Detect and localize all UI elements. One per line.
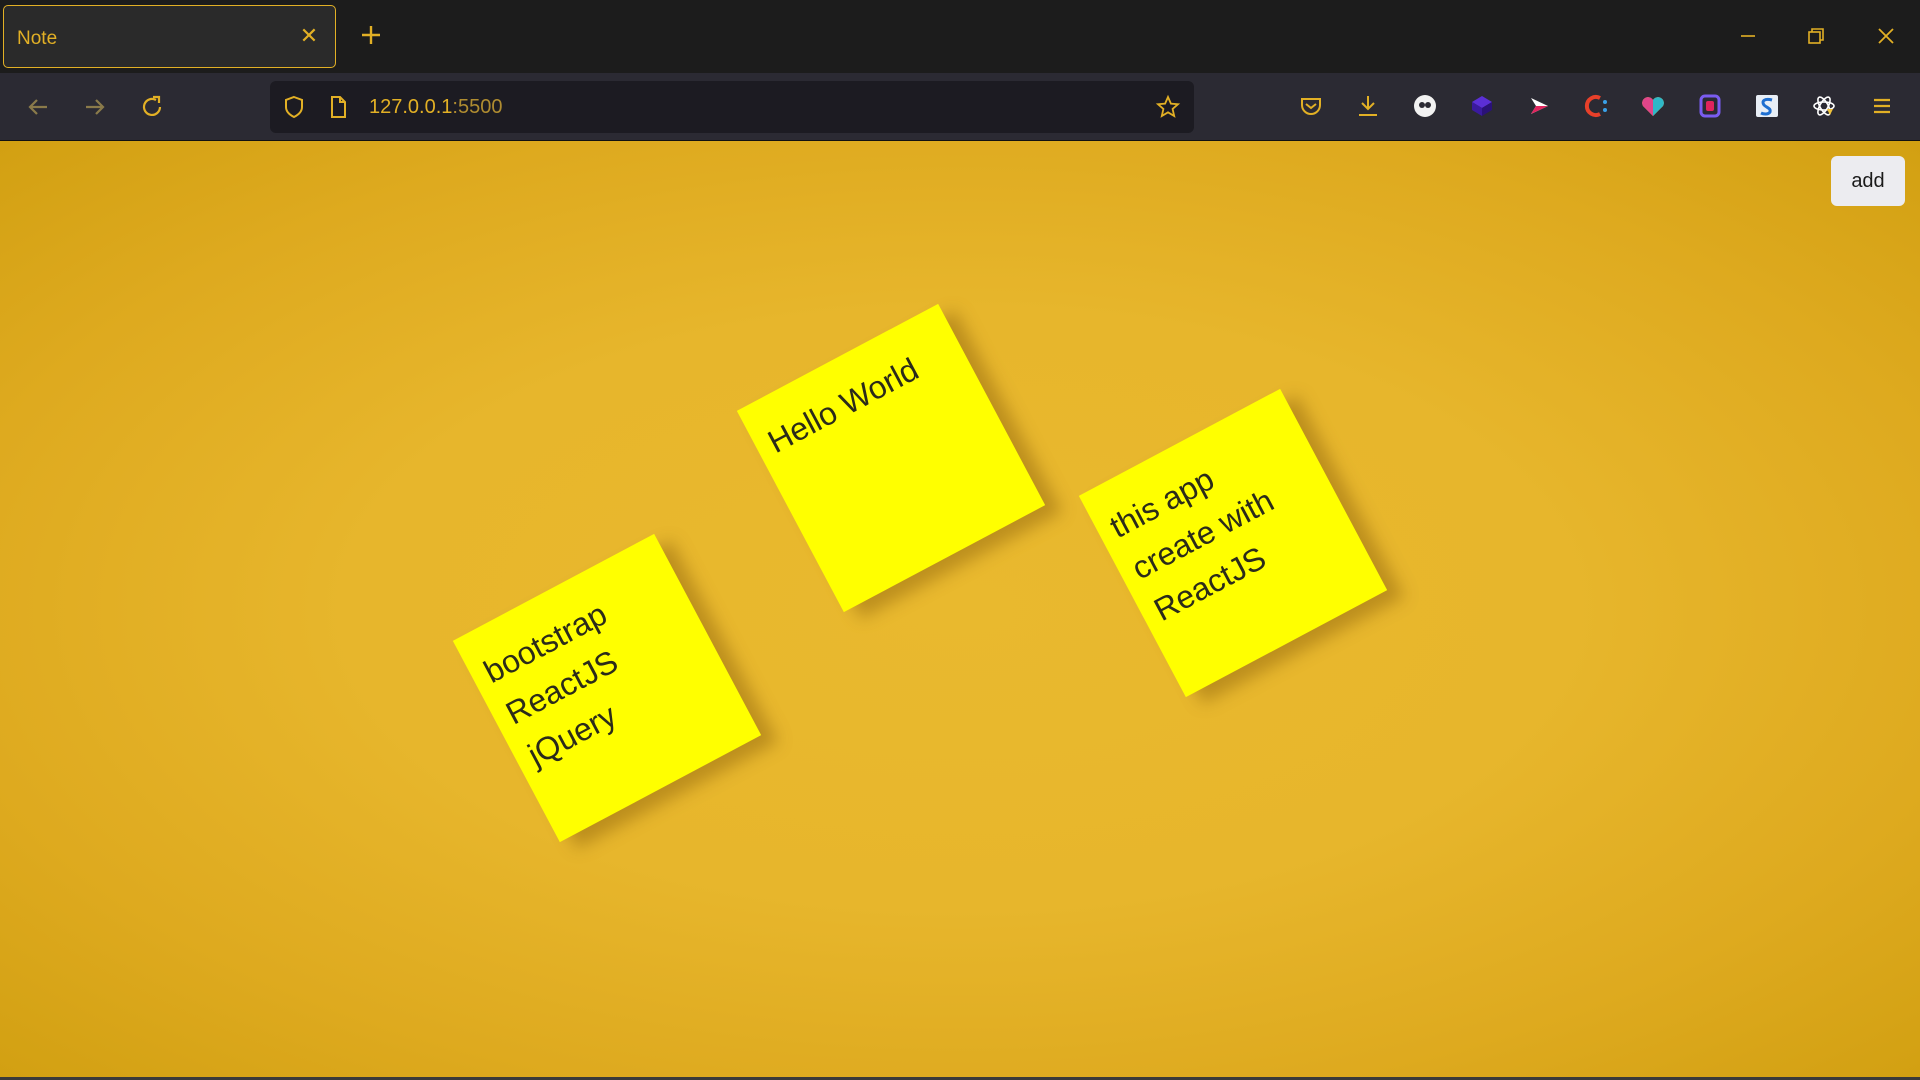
note-text[interactable]: bootstrap ReactJS jQuery bbox=[476, 560, 719, 778]
extension-heart-icon[interactable] bbox=[1636, 89, 1670, 123]
reload-icon[interactable] bbox=[134, 89, 170, 125]
close-window-icon[interactable] bbox=[1868, 18, 1904, 54]
tab-strip: Note ✕ bbox=[0, 0, 1920, 73]
pocket-icon[interactable] bbox=[1294, 89, 1328, 123]
extension-c-icon[interactable] bbox=[1579, 89, 1613, 123]
close-tab-icon[interactable]: ✕ bbox=[297, 24, 321, 48]
url-text[interactable]: 127.0.0.1:5500 bbox=[369, 96, 502, 119]
note-text[interactable]: Hello World bbox=[760, 330, 959, 465]
add-note-button[interactable]: add bbox=[1831, 156, 1905, 206]
extension-face-icon[interactable] bbox=[1408, 89, 1442, 123]
new-tab-icon[interactable] bbox=[356, 20, 386, 50]
minimize-icon[interactable] bbox=[1730, 18, 1766, 54]
page-icon[interactable] bbox=[325, 94, 351, 120]
tab-title: Note bbox=[17, 28, 58, 49]
star-icon[interactable] bbox=[1155, 94, 1181, 120]
hamburger-menu-icon[interactable] bbox=[1865, 89, 1899, 123]
sticky-note[interactable]: Hello World bbox=[736, 303, 1046, 613]
shield-icon[interactable] bbox=[281, 94, 307, 120]
sticky-note[interactable]: bootstrap ReactJS jQuery bbox=[452, 533, 762, 843]
restore-icon[interactable] bbox=[1798, 18, 1834, 54]
page-content: add bootstrap ReactJS jQuery Hello World… bbox=[0, 141, 1920, 1077]
arrow-left-icon[interactable] bbox=[20, 89, 56, 125]
url-bar[interactable]: 127.0.0.1:5500 bbox=[270, 81, 1194, 133]
note-text[interactable]: this app create with ReactJS bbox=[1102, 415, 1345, 633]
sticky-note[interactable]: this app create with ReactJS bbox=[1078, 388, 1388, 698]
extension-arrow-icon[interactable] bbox=[1522, 89, 1556, 123]
navigation-bar: 127.0.0.1:5500 bbox=[0, 73, 1920, 141]
extension-cube-icon[interactable] bbox=[1465, 89, 1499, 123]
tab-note[interactable]: Note ✕ bbox=[3, 5, 336, 68]
extension-atom-icon[interactable] bbox=[1807, 89, 1841, 123]
extension-frame-icon[interactable] bbox=[1693, 89, 1727, 123]
extension-s-icon[interactable] bbox=[1750, 89, 1784, 123]
download-icon[interactable] bbox=[1351, 89, 1385, 123]
arrow-right-icon[interactable] bbox=[77, 89, 113, 125]
